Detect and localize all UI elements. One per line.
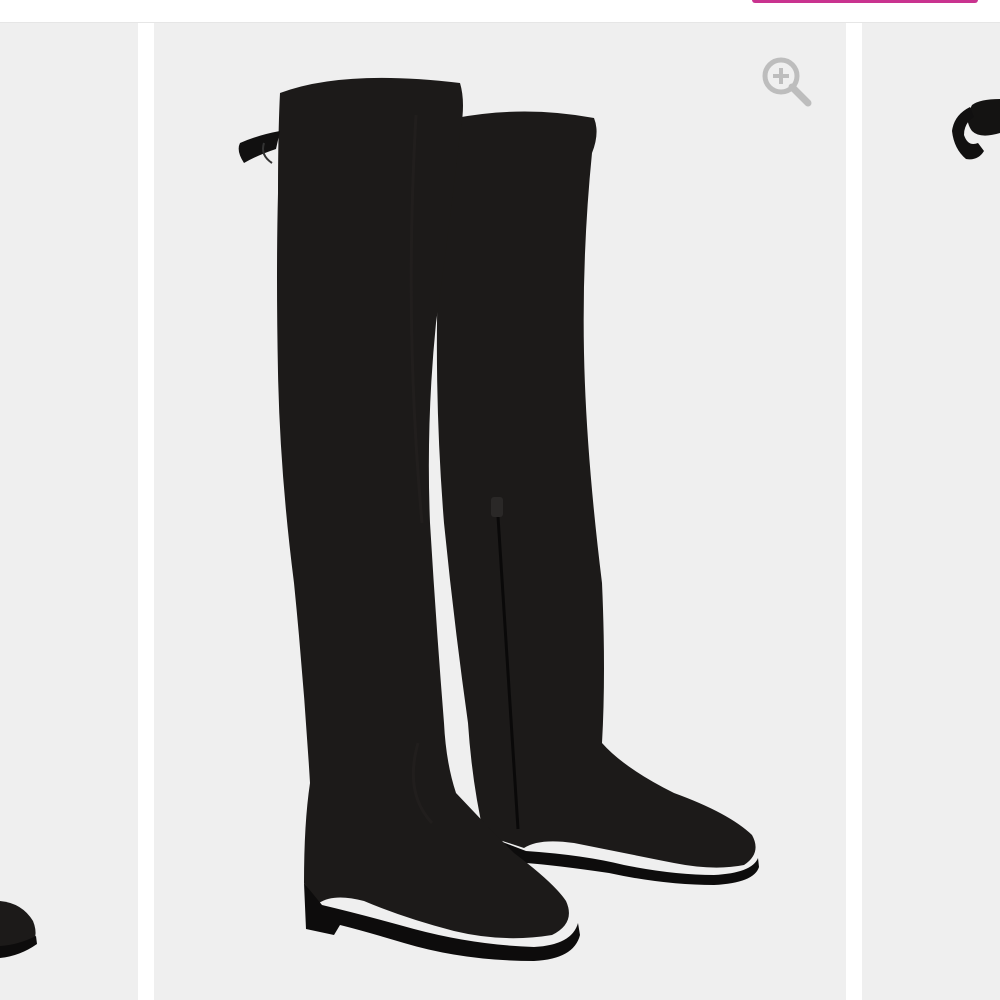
- active-tab-indicator: [752, 0, 978, 3]
- gallery-image-previous[interactable]: [0, 23, 138, 1000]
- gallery-image-next[interactable]: [862, 23, 1000, 1000]
- zoom-in-icon: [762, 57, 812, 107]
- gallery-image-main[interactable]: [154, 23, 846, 1000]
- top-bar: [0, 0, 1000, 23]
- zoom-in-button[interactable]: [758, 54, 814, 110]
- over-the-knee-boots-image: [238, 77, 759, 961]
- boot-toe-thumbnail: [0, 901, 37, 958]
- boot-bow-thumbnail: [952, 99, 1000, 160]
